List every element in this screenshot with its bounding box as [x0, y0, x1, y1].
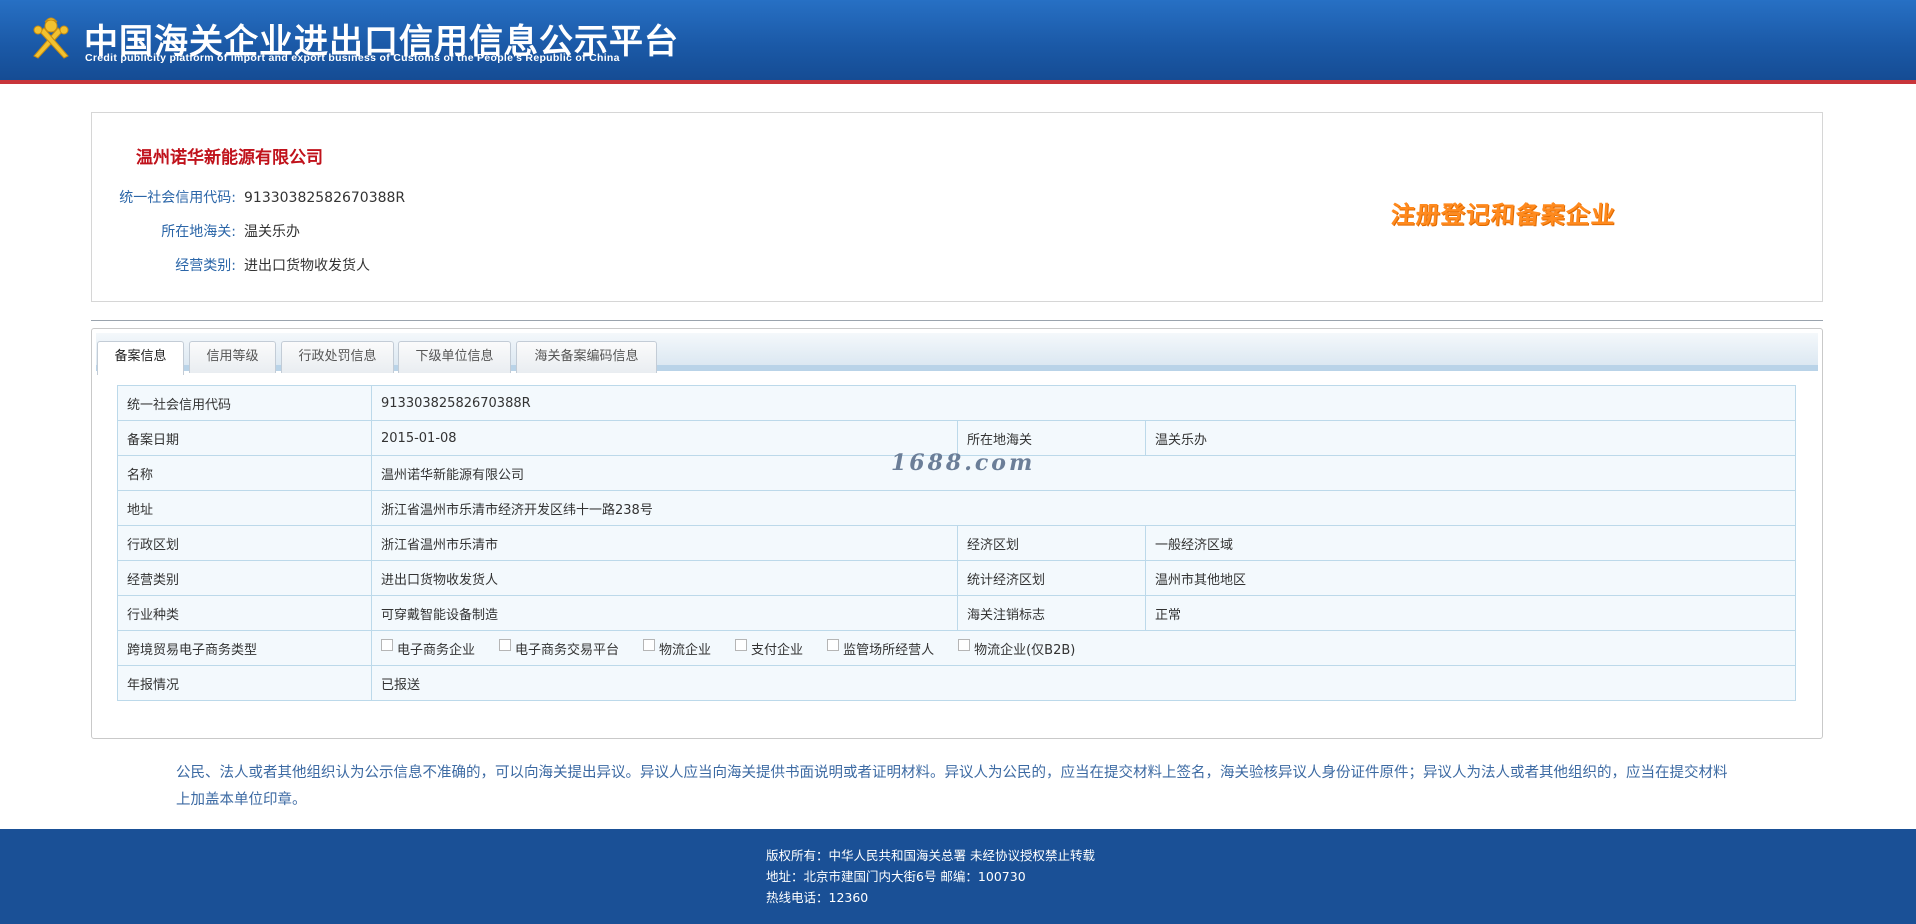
checkbox-label: 电子商务交易平台 — [515, 642, 620, 658]
checkbox-box[interactable] — [381, 639, 393, 651]
summary-value: 进出口货物收发货人 — [244, 258, 370, 274]
field-label: 备案日期 — [117, 420, 372, 456]
field-label: 地址 — [117, 490, 372, 526]
table-row: 行业种类 可穿戴智能设备制造 海关注销标志 正常 — [117, 595, 1797, 631]
summary-label: 统一社会信用代码: — [119, 190, 236, 206]
tab-bar: 备案信息 信用等级 行政处罚信息 下级单位信息 海关备案编码信息 — [96, 333, 1818, 375]
checkbox-label: 物流企业(仅B2B) — [974, 642, 1076, 658]
checkbox-label: 支付企业 — [751, 642, 804, 658]
field-value: 一般经济区域 — [1144, 525, 1797, 561]
registration-status-stamp: 注册登记和备案企业 — [1389, 201, 1617, 229]
field-value: 浙江省温州市乐清市 — [371, 525, 958, 561]
footer-copyright: 版权所有：中华人民共和国海关总署 未经协议授权禁止转载 — [766, 848, 1095, 863]
checkbox-label: 监管场所经营人 — [843, 642, 935, 658]
summary-value: 温关乐办 — [244, 224, 300, 240]
summary-label: 经营类别: — [175, 258, 236, 274]
field-label: 统一社会信用代码 — [117, 385, 372, 421]
table-row: 统一社会信用代码 91330382582670388R — [117, 385, 1797, 421]
table-row: 地址 浙江省温州市乐清市经济开发区纬十一路238号 — [117, 490, 1797, 526]
checkbox-supervised-site-operator[interactable]: 监管场所经营人 — [827, 639, 934, 658]
footer-address: 地址：北京市建国门内大街6号 邮编：100730 — [766, 869, 1026, 884]
field-value: 进出口货物收发货人 — [371, 560, 958, 596]
tab-customs-code-info[interactable]: 海关备案编码信息 — [516, 341, 657, 373]
field-label: 名称 — [117, 455, 372, 491]
objection-notice: 公民、法人或者其他组织认为公示信息不准确的，可以向海关提出异议。异议人应当向海关… — [176, 765, 1728, 808]
watermark-text: 1688.com — [891, 450, 1036, 476]
footer-hotline: 热线电话：12360 — [766, 890, 869, 905]
tab-penalty-info[interactable]: 行政处罚信息 — [281, 341, 394, 373]
field-label: 年报情况 — [117, 665, 372, 701]
summary-row-credit-code: 统一社会信用代码: 91330382582670388R — [112, 187, 405, 209]
field-value: 可穿戴智能设备制造 — [371, 595, 958, 631]
checkbox-box[interactable] — [643, 639, 656, 651]
checkbox-payment-enterprise[interactable]: 支付企业 — [735, 639, 803, 658]
site-subtitle: Credit publicity platform of import and … — [85, 52, 620, 64]
table-row: 经营类别 进出口货物收发货人 统计经济区划 温州市其他地区 — [117, 560, 1797, 596]
site-header: 中国海关企业进出口信用信息公示平台 Credit publicity platf… — [0, 0, 1916, 84]
field-label: 经济区划 — [957, 525, 1146, 561]
field-label: 行政区划 — [117, 525, 372, 561]
field-value: 91330382582670388R — [370, 385, 1797, 421]
field-value: 浙江省温州市乐清市经济开发区纬十一路238号 — [370, 490, 1797, 526]
checkbox-box[interactable] — [827, 639, 840, 651]
detail-panel: 备案信息 信用等级 行政处罚信息 下级单位信息 海关备案编码信息 统一社会信用代… — [91, 328, 1823, 739]
field-value: 温关乐办 — [1144, 420, 1797, 456]
field-value: 温州市其他地区 — [1144, 560, 1797, 596]
table-row: 行政区划 浙江省温州市乐清市 经济区划 一般经济区域 — [117, 525, 1797, 561]
field-value: 温州诺华新能源有限公司 — [370, 455, 1797, 491]
company-name: 温州诺华新能源有限公司 — [136, 148, 323, 168]
field-value: 正常 — [1144, 595, 1797, 631]
ecommerce-type-options: 电子商务企业 电子商务交易平台 物流企业 支付企业 监管场所经营人 物流企业(仅… — [370, 630, 1797, 666]
checkbox-logistics-b2b[interactable]: 物流企业(仅B2B) — [958, 639, 1075, 658]
field-value: 2015-01-08 — [371, 420, 958, 456]
customs-emblem-icon — [33, 17, 69, 59]
field-label: 经营类别 — [117, 560, 372, 596]
field-label: 跨境贸易电子商务类型 — [117, 630, 372, 666]
tab-subordinate-units[interactable]: 下级单位信息 — [398, 341, 511, 373]
company-summary-card: 温州诺华新能源有限公司 统一社会信用代码: 91330382582670388R … — [91, 112, 1823, 302]
checkbox-label: 电子商务企业 — [397, 642, 476, 658]
table-row: 跨境贸易电子商务类型 电子商务企业 电子商务交易平台 物流企业 支付企业 监管场… — [117, 630, 1797, 666]
checkbox-box[interactable] — [735, 639, 748, 651]
summary-row-customs: 所在地海关: 温关乐办 — [112, 221, 300, 243]
summary-value: 91330382582670388R — [244, 190, 406, 206]
field-label: 海关注销标志 — [957, 595, 1146, 631]
summary-row-business-type: 经营类别: 进出口货物收发货人 — [112, 255, 370, 277]
section-divider — [91, 320, 1823, 321]
field-value: 已报送 — [370, 665, 1797, 701]
table-row: 年报情况 已报送 — [117, 665, 1797, 701]
tab-credit-rating[interactable]: 信用等级 — [189, 341, 276, 373]
checkbox-box[interactable] — [499, 639, 512, 651]
checkbox-label: 物流企业 — [659, 642, 712, 658]
filing-info-table: 统一社会信用代码 91330382582670388R 备案日期 2015-01… — [117, 385, 1797, 701]
checkbox-ecommerce-platform[interactable]: 电子商务交易平台 — [499, 639, 619, 658]
checkbox-ecommerce-enterprise[interactable]: 电子商务企业 — [381, 639, 475, 658]
checkbox-logistics-enterprise[interactable]: 物流企业 — [643, 639, 711, 658]
site-footer: 版权所有：中华人民共和国海关总署 未经协议授权禁止转载 地址：北京市建国门内大街… — [0, 829, 1916, 924]
field-label: 行业种类 — [117, 595, 372, 631]
summary-label: 所在地海关: — [161, 224, 236, 240]
checkbox-box[interactable] — [958, 639, 971, 651]
tab-filing-info[interactable]: 备案信息 — [97, 341, 184, 375]
field-label: 统计经济区划 — [957, 560, 1146, 596]
